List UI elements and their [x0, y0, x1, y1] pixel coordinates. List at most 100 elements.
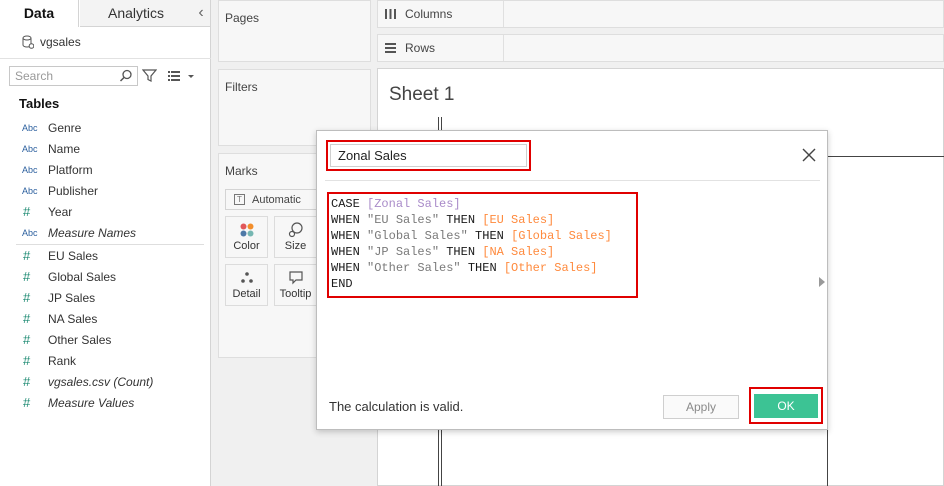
divider — [0, 58, 211, 59]
rows-label: Rows — [405, 41, 436, 55]
columns-shelf[interactable]: Columns — [377, 0, 944, 28]
tab-data[interactable]: Data — [0, 0, 79, 27]
field-label: Measure Values — [48, 395, 135, 410]
dialog-divider — [325, 180, 820, 181]
parameter-ref: [Zonal Sales] — [367, 197, 461, 211]
formula-editor[interactable]: CASE [Zonal Sales] WHEN "EU Sales" THEN … — [327, 192, 638, 298]
size-icon — [275, 217, 316, 239]
datasource-item[interactable]: vgsales — [22, 34, 81, 50]
search-icon[interactable] — [119, 69, 133, 83]
measure-type-icon: # — [23, 290, 31, 305]
field-ref: [Other Sales] — [503, 261, 598, 275]
apply-button[interactable]: Apply — [663, 395, 739, 419]
keyword: THEN — [467, 229, 512, 243]
calc-name-highlight — [326, 140, 531, 171]
field-name[interactable]: Abc Name — [0, 138, 210, 159]
view-border — [827, 156, 944, 157]
field-eu-sales[interactable]: # EU Sales — [0, 245, 210, 266]
detail-icon — [226, 265, 267, 287]
field-year[interactable]: # Year — [0, 201, 210, 222]
field-jp-sales[interactable]: # JP Sales — [0, 287, 210, 308]
field-label: Platform — [48, 162, 93, 177]
field-label: EU Sales — [48, 248, 99, 263]
columns-label: Columns — [405, 7, 453, 21]
keyword: WHEN — [331, 213, 368, 227]
field-ref: [NA Sales] — [482, 245, 555, 259]
keyword: THEN — [439, 213, 483, 227]
field-other-sales[interactable]: # Other Sales — [0, 329, 210, 350]
dimension-type-icon: Abc — [22, 227, 38, 238]
tables-heading: Tables — [19, 96, 60, 111]
search-input[interactable] — [10, 67, 118, 85]
field-label: Publisher — [48, 183, 99, 198]
measure-type-icon: # — [23, 248, 31, 263]
tooltip-button[interactable]: Tooltip — [274, 264, 317, 306]
field-global-sales[interactable]: # Global Sales — [0, 266, 210, 287]
string-literal: "EU Sales" — [367, 213, 440, 227]
pages-title: Pages — [225, 11, 260, 25]
expand-arrow-icon[interactable] — [819, 277, 825, 287]
field-label: Global Sales — [48, 269, 117, 284]
field-publisher[interactable]: Abc Publisher — [0, 180, 210, 201]
color-label: Color — [233, 240, 260, 252]
search-box[interactable] — [9, 66, 138, 86]
code-line: END — [331, 276, 634, 292]
database-icon — [22, 35, 34, 49]
pages-card[interactable]: Pages — [218, 0, 371, 62]
columns-icon — [384, 8, 397, 20]
view-options-icon[interactable] — [167, 69, 195, 83]
field-ref: [EU Sales] — [482, 213, 555, 227]
field-measure-values[interactable]: # Measure Values — [0, 392, 210, 413]
field-vgsales-count[interactable]: # vgsales.csv (Count) — [0, 371, 210, 392]
field-ref: [Global Sales] — [511, 229, 612, 243]
sheet-title[interactable]: Sheet 1 — [389, 84, 455, 106]
detail-button[interactable]: Detail — [225, 264, 268, 306]
code-line: WHEN "Global Sales" THEN [Global Sales] — [331, 228, 634, 244]
ok-highlight: OK — [749, 387, 823, 424]
keyword: CASE — [331, 197, 368, 211]
string-literal: "JP Sales" — [367, 245, 440, 259]
field-label: Year — [48, 204, 73, 219]
field-genre[interactable]: Abc Genre — [0, 117, 210, 138]
keyword: THEN — [460, 261, 504, 275]
field-label: Measure Names — [48, 225, 137, 240]
measure-type-icon: # — [23, 269, 31, 284]
field-label: JP Sales — [48, 290, 96, 305]
measure-type-icon: # — [23, 353, 31, 368]
dimension-type-icon: Abc — [22, 122, 38, 133]
field-rank[interactable]: # Rank — [0, 350, 210, 371]
field-label: Other Sales — [48, 332, 112, 347]
pane-tabs: Data Analytics ‹ — [0, 0, 211, 27]
keyword: WHEN — [331, 261, 368, 275]
ok-button[interactable]: OK — [754, 394, 818, 418]
marks-title: Marks — [225, 164, 258, 178]
string-literal: "Global Sales" — [367, 229, 468, 243]
field-label: Name — [48, 141, 81, 156]
code-line: WHEN "Other Sales" THEN [Other Sales] — [331, 260, 634, 276]
color-button[interactable]: Color — [225, 216, 268, 258]
dimension-type-icon: Abc — [22, 185, 38, 196]
field-platform[interactable]: Abc Platform — [0, 159, 210, 180]
measure-type-icon: # — [23, 395, 31, 410]
keyword: WHEN — [331, 245, 368, 259]
code-line: CASE [Zonal Sales] — [331, 196, 634, 212]
field-na-sales[interactable]: # NA Sales — [0, 308, 210, 329]
rows-shelf-header: Rows — [378, 35, 504, 61]
code-line: WHEN "EU Sales" THEN [EU Sales] — [331, 212, 634, 228]
tooltip-label: Tooltip — [279, 288, 312, 300]
size-button[interactable]: Size — [274, 216, 317, 258]
keyword: END — [331, 277, 353, 291]
tableau-workspace: Data Analytics ‹ vgsales Tables Abc Genre… — [0, 0, 944, 486]
field-measure-names[interactable]: Abc Measure Names — [0, 222, 210, 243]
tab-analytics[interactable]: Analytics — [80, 0, 192, 27]
validation-message: The calculation is valid. — [329, 399, 464, 414]
collapse-pane-icon[interactable]: ‹ — [192, 0, 210, 27]
measure-type-icon: # — [23, 204, 31, 219]
code-line: WHEN "JP Sales" THEN [NA Sales] — [331, 244, 634, 260]
measure-type-icon: # — [23, 311, 31, 326]
filter-icon[interactable] — [141, 68, 158, 83]
rows-icon — [384, 42, 397, 54]
rows-shelf[interactable]: Rows — [377, 34, 944, 62]
close-icon[interactable] — [802, 148, 816, 162]
calc-name-input[interactable] — [330, 144, 527, 167]
